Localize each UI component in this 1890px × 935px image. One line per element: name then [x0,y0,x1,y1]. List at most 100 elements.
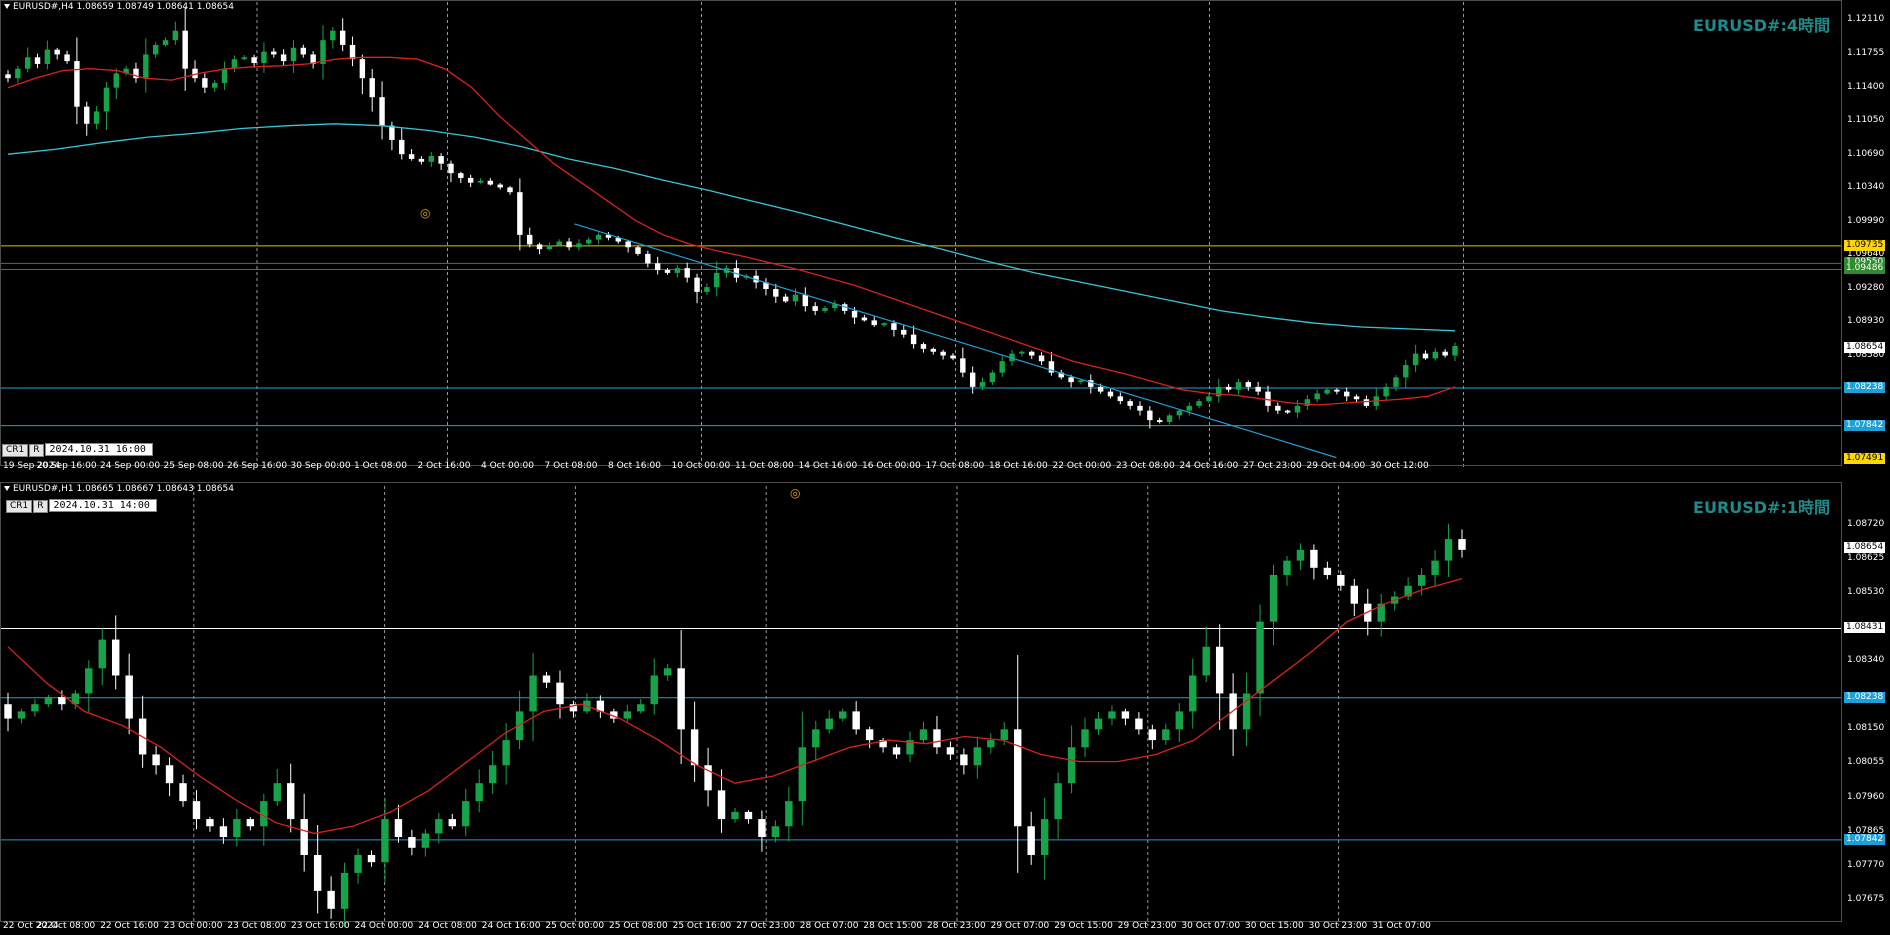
candle-body [576,243,582,248]
candle-body [219,826,228,838]
candle-body [1284,410,1291,413]
price-tick-label: 1.10340 [1847,182,1885,193]
time-tick-label: 4 Oct 00:00 [481,461,534,471]
price-tick-label: 1.08055 [1847,757,1885,768]
candle-body [125,675,133,719]
candle-body [1067,747,1076,784]
candle-body [1393,377,1399,387]
candle-body [379,97,385,126]
candle-body [1412,353,1419,366]
r-button[interactable]: R [29,444,44,457]
candle-body [1350,585,1358,604]
candle-body [802,294,809,307]
candle-body [251,57,257,63]
candle-body [910,334,917,345]
candle-body [1147,410,1153,421]
candle-body [1078,380,1084,383]
time-tick-label: 30 Sep 00:00 [290,461,351,471]
candle-body [182,30,188,69]
candle-body [1283,560,1291,575]
candle-body [1029,351,1035,356]
h4-datetime-field[interactable]: 2024.10.31 16:00 [44,443,153,456]
h1-datetime-field[interactable]: 2024.10.31 14:00 [48,499,157,512]
candle-body [381,819,389,863]
collapse-triangle-icon[interactable] [4,4,10,9]
candle-body [389,125,395,140]
candle-body [428,156,434,162]
candle-body [623,711,631,719]
candle-body [5,74,11,79]
cr1-button[interactable]: CR1 [6,500,33,513]
h1-time-axis[interactable]: 22 Oct 2024 22 Oct 08:00 22 Oct 16:00 23 Oc… [0,921,1840,935]
time-tick-label: 11 Oct 08:00 [735,461,794,471]
time-tick-label: 28 Oct 15:00 [863,921,923,931]
candle-body [339,30,346,45]
candle-body [919,729,928,741]
candle-body [969,372,976,387]
candle-body [24,57,31,69]
candle-body [635,247,641,254]
eye-icon[interactable]: ◎ [420,206,430,220]
candle-body [645,253,651,264]
candle-body [369,78,375,98]
h4-time-axis[interactable]: 19 Sep 2024 20 Sep 16:00 24 Sep 00:00 25 Se… [0,461,1840,475]
price-tick-label: 1.10690 [1847,149,1885,160]
candle-body [1265,391,1271,406]
candle-body [260,801,268,827]
candle-body [349,44,356,60]
h1-plot-area[interactable] [0,482,1890,935]
collapse-triangle-icon[interactable] [4,486,10,491]
candle-body [542,675,551,683]
candle-body [241,57,247,60]
candle-body [950,355,956,359]
h1-control-bar: CR1 R 2024.10.31 14:00 [6,499,157,513]
time-tick-label: 24 Oct 00:00 [354,921,414,931]
time-tick-label: 28 Oct 07:00 [799,921,859,931]
r-button[interactable]: R [33,500,48,513]
candle-body [625,241,631,248]
h4-chart-pane[interactable]: EURUSD#,H4 1.08659 1.08749 1.08641 1.086… [0,0,1890,482]
candle-body [280,54,287,62]
candle-body [812,729,820,748]
price-tick-label: 1.08720 [1847,518,1885,529]
candle-body [1324,389,1330,394]
candle-body [408,837,416,848]
time-tick-label: 24 Oct 16:00 [1179,461,1239,471]
candle-body [261,51,267,63]
h4-plot-area[interactable] [0,0,1890,482]
time-tick-label: 28 Oct 23:00 [927,921,986,931]
candle-body [1275,405,1281,411]
candle-body [1014,729,1022,827]
time-tick-label: 29 Oct 23:00 [1117,921,1177,931]
price-tag: 1.08431 [1844,622,1886,634]
price-tag: 1.09735 [1844,239,1886,251]
candle-body [458,173,464,178]
candle-body [74,61,80,107]
candle-body [1068,377,1074,383]
candle-body [271,51,277,55]
price-tag: 1.09486 [1844,263,1886,275]
candle-body [408,154,415,159]
candle-body [394,819,403,838]
candle-body [1189,675,1197,712]
cr1-button[interactable]: CR1 [2,444,29,457]
candle-body [529,675,537,712]
h4-price-axis[interactable]: 1.12110 1.11755 1.11400 1.11050 1.10690 1.103… [1842,0,1890,466]
candle-body [1156,420,1163,423]
candle-body [987,740,995,748]
candle-body [1256,621,1264,694]
time-tick-label: 25 Oct 08:00 [609,921,668,931]
candle-body [1166,415,1173,423]
candle-body [1108,711,1116,719]
candle-body [744,811,753,820]
candle-body [1054,783,1062,820]
candle-body [1314,393,1320,400]
candle-body [1344,391,1350,397]
candle-body [287,783,295,820]
price-tag: 1.07842 [1844,833,1886,845]
eye-icon[interactable]: ◎ [790,486,800,500]
h1-chart-pane[interactable]: EURUSD#,H1 1.08665 1.08667 1.08643 1.086… [0,482,1890,935]
candle-body [1121,711,1130,719]
candle-body [1148,729,1157,741]
candle-body [654,263,661,271]
